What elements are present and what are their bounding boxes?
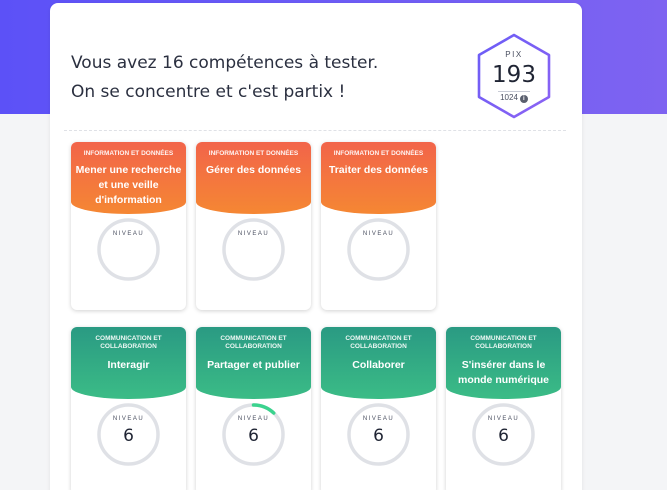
title-line-2: On se concentre et c'est partix ! <box>71 82 346 102</box>
pix-score: 193 <box>492 62 536 88</box>
card-title: Collaborer <box>352 359 405 371</box>
card-header: COMMUNICATION ET COLLABORATION S'insérer… <box>446 327 561 399</box>
competence-card[interactable]: COMMUNICATION ET COLLABORATION Interagir… <box>71 327 186 490</box>
gauge-ring <box>97 218 160 281</box>
card-header: INFORMATION ET DONNÉES Traiter des donné… <box>321 142 436 214</box>
title-line-1: Vous avez 16 compétences à tester. <box>71 53 379 73</box>
level-gauge: NIVEAU 6 <box>221 402 286 467</box>
level-value: 6 <box>498 426 509 446</box>
card-domain: COMMUNICATION ET COLLABORATION <box>470 335 537 350</box>
level-gauge: NIVEAU 6 <box>96 402 161 467</box>
pix-max-row: 1024 i <box>476 93 552 103</box>
pix-max: 1024 <box>500 93 518 102</box>
card-header: INFORMATION ET DONNÉES Gérer des données <box>196 142 311 214</box>
gauge-ring <box>222 218 285 281</box>
pix-separator <box>498 91 530 92</box>
card-domain: COMMUNICATION ET COLLABORATION <box>345 335 412 350</box>
competence-card[interactable]: INFORMATION ET DONNÉES Mener une recherc… <box>71 142 186 310</box>
level-value: 6 <box>123 426 134 446</box>
pix-score-badge[interactable]: PIX 193 1024 i <box>476 33 552 119</box>
card-header: COMMUNICATION ET COLLABORATION Collabore… <box>321 327 436 399</box>
niveau-label: NIVEAU <box>112 416 145 422</box>
level-gauge: NIVEAU <box>346 217 411 282</box>
level-gauge: NIVEAU 6 <box>346 402 411 467</box>
gauge-ring <box>347 218 410 281</box>
card-domain: INFORMATION ET DONNÉES <box>333 150 424 157</box>
card-title: S'insérer dans le monde numérique <box>457 359 549 386</box>
niveau-label: NIVEAU <box>237 416 270 422</box>
niveau-label: NIVEAU <box>362 416 395 422</box>
level-gauge: NIVEAU <box>96 217 161 282</box>
level-value: 6 <box>248 426 259 446</box>
card-domain: COMMUNICATION ET COLLABORATION <box>95 335 162 350</box>
card-title: Partager et publier <box>207 359 300 371</box>
page-title: Vous avez 16 compétences à tester. On se… <box>71 49 378 107</box>
card-title: Traiter des données <box>328 164 429 176</box>
card-title: Gérer des données <box>205 164 302 176</box>
niveau-label: NIVEAU <box>237 231 270 237</box>
info-icon[interactable]: i <box>519 95 528 103</box>
competence-card[interactable]: COMMUNICATION ET COLLABORATION Partager … <box>196 327 311 490</box>
niveau-label: NIVEAU <box>112 231 145 237</box>
competence-card[interactable]: INFORMATION ET DONNÉES Traiter des donné… <box>321 142 436 310</box>
pix-label: PIX <box>505 50 523 59</box>
card-domain: COMMUNICATION ET COLLABORATION <box>220 335 287 350</box>
card-header: COMMUNICATION ET COLLABORATION Partager … <box>196 327 311 399</box>
card-title: Mener une recherche et une veille d'info… <box>75 164 182 206</box>
card-header: COMMUNICATION ET COLLABORATION Interagir <box>71 327 186 399</box>
divider <box>64 130 566 131</box>
competence-card[interactable]: INFORMATION ET DONNÉES Gérer des données… <box>196 142 311 310</box>
card-title: Interagir <box>107 359 150 371</box>
card-domain: INFORMATION ET DONNÉES <box>83 150 174 157</box>
niveau-label: NIVEAU <box>487 416 520 422</box>
competence-card[interactable]: COMMUNICATION ET COLLABORATION S'insérer… <box>446 327 561 490</box>
card-header: INFORMATION ET DONNÉES Mener une recherc… <box>71 142 186 214</box>
level-gauge: NIVEAU <box>221 217 286 282</box>
level-value: 6 <box>373 426 384 446</box>
competence-card[interactable]: COMMUNICATION ET COLLABORATION Collabore… <box>321 327 436 490</box>
niveau-label: NIVEAU <box>362 231 395 237</box>
card-domain: INFORMATION ET DONNÉES <box>208 150 299 157</box>
level-gauge: NIVEAU 6 <box>471 402 536 467</box>
